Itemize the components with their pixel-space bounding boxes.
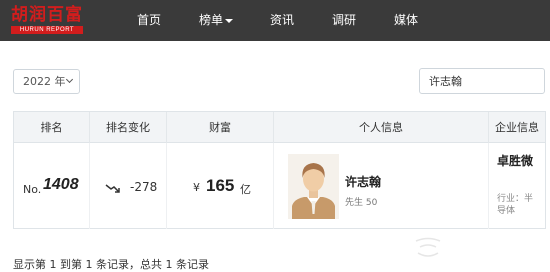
person-silhouette-icon: [288, 154, 339, 219]
chevron-down-icon: [65, 75, 74, 84]
nav-rankings[interactable]: 榜单: [199, 0, 234, 41]
rank-number: 1408: [43, 176, 79, 193]
nav-rankings-label: 榜单: [199, 13, 224, 27]
ranking-table: 排名 排名变化 财富 个人信息 企业信息 No. 1408 -278 ¥ 165…: [13, 111, 546, 229]
company-name[interactable]: 卓胜微: [497, 153, 537, 169]
nav-home[interactable]: 首页: [137, 0, 161, 41]
logo-subtext: HURUN REPORT: [11, 26, 83, 34]
avatar[interactable]: [288, 154, 339, 219]
year-select-value: 2022 年: [23, 75, 66, 88]
nav-media[interactable]: 媒体: [394, 0, 418, 41]
caret-down-icon: [225, 18, 234, 23]
hurun-logo[interactable]: 胡润百富 HURUN REPORT: [11, 5, 87, 35]
header-wealth[interactable]: 财富: [167, 112, 274, 143]
person-gender-age: 先生 50: [345, 198, 378, 208]
person-name[interactable]: 许志翰: [345, 173, 381, 190]
year-select[interactable]: 2022 年: [13, 69, 80, 94]
header-personal-info: 个人信息: [274, 112, 489, 143]
nav-research[interactable]: 调研: [332, 0, 356, 41]
currency-symbol: ¥: [193, 181, 200, 194]
header-rank-change[interactable]: 排名变化: [90, 112, 167, 143]
search-input[interactable]: [419, 68, 545, 94]
record-count: 显示第 1 到第 1 条记录，总共 1 条记录: [13, 258, 209, 271]
wealth-unit: 亿: [240, 183, 251, 196]
table-row[interactable]: No. 1408 -278 ¥ 165 亿 许志翰 先生 50 卓胜微 行业：半…: [14, 143, 545, 229]
rank-prefix: No.: [23, 183, 42, 196]
trend-down-icon: [105, 184, 120, 193]
rank-change-value: -278: [130, 180, 158, 194]
watermark-logo-icon: [415, 237, 441, 257]
wealth-value: 165: [206, 176, 235, 195]
top-navbar: 胡润百富 HURUN REPORT 首页 榜单 资讯 调研 媒体: [0, 0, 550, 41]
table-header: 排名 排名变化 财富 个人信息 企业信息: [14, 112, 545, 143]
industry-label: 行业：半导体: [497, 194, 534, 216]
logo-text: 胡润百富: [11, 5, 83, 25]
header-company-info: 企业信息: [495, 121, 539, 134]
header-rank[interactable]: 排名: [14, 112, 90, 143]
nav-news[interactable]: 资讯: [270, 0, 294, 41]
